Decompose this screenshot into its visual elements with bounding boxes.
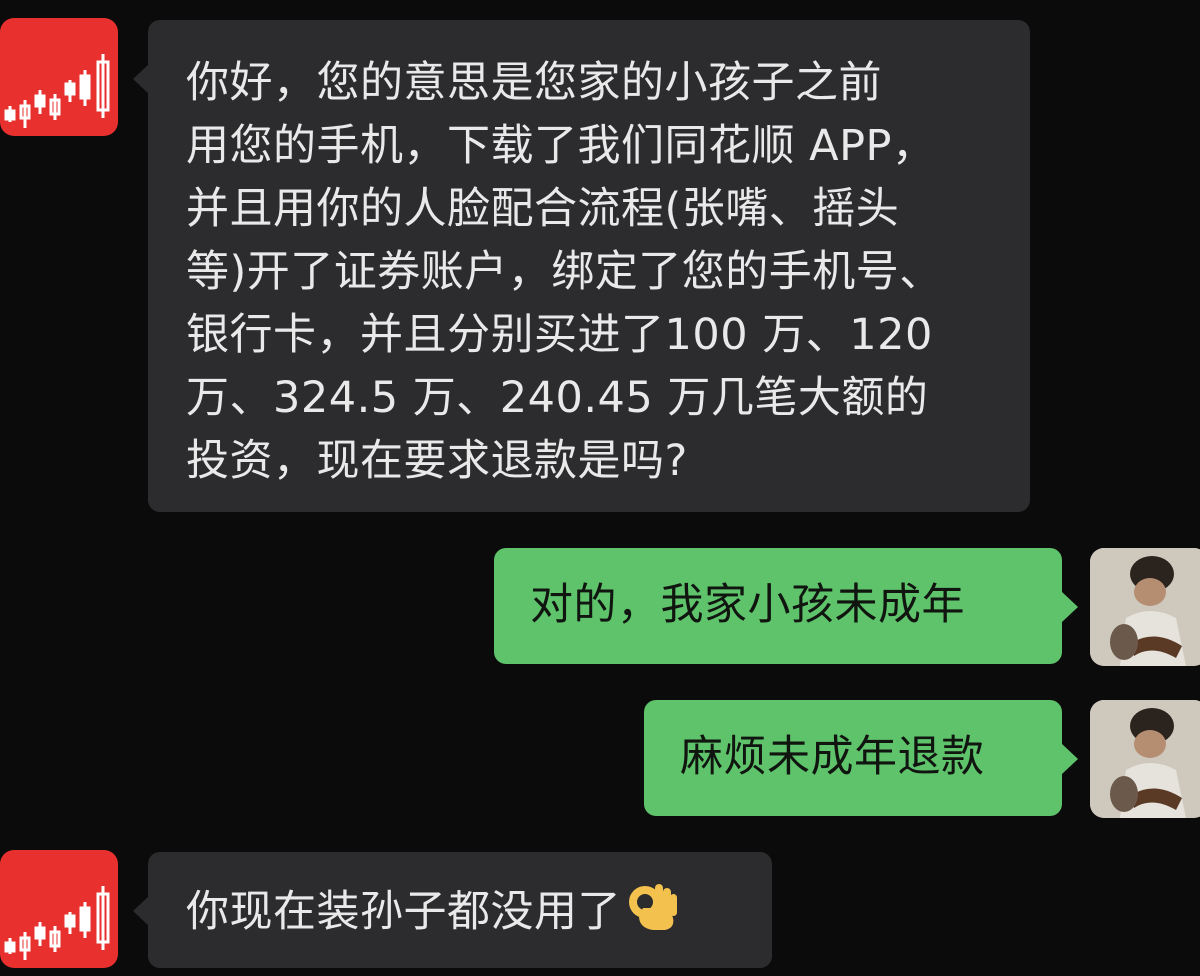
person-photo-icon: [1090, 548, 1200, 666]
candlestick-logo-icon: [4, 886, 110, 960]
candlestick-logo-icon: [4, 54, 110, 128]
message-line: 等)开了证券账户，绑定了您的手机号、: [186, 247, 943, 297]
message-line: 用您的手机，下载了我们同花顺 APP，: [186, 121, 936, 171]
chat-window: 你好，您的意思是您家的小孩子之前 用您的手机，下载了我们同花顺 APP， 并且用…: [0, 0, 1200, 976]
message-line: 投资，现在要求退款是吗?: [186, 436, 688, 486]
tonghuashun-avatar[interactable]: [0, 18, 118, 136]
message-row: 你现在装孙子都没用了: [186, 878, 772, 952]
bubble-tail: [133, 896, 149, 926]
person-photo-icon: [1090, 700, 1200, 818]
bubble-tail: [1062, 744, 1078, 774]
message-line: 银行卡，并且分别买进了100 万、120: [186, 310, 933, 360]
message-line: 并且用你的人脸配合流程(张嘴、摇头: [186, 184, 900, 234]
message-line: 万、324.5 万、240.45 万几笔大额的: [186, 373, 929, 423]
incoming-message-bubble[interactable]: 你现在装孙子都没用了: [148, 852, 772, 968]
user-avatar[interactable]: [1090, 548, 1200, 666]
message-text: 麻烦未成年退款: [680, 732, 985, 782]
message-line: 你好，您的意思是您家的小孩子之前: [186, 58, 882, 108]
message-text: 对的，我家小孩未成年: [530, 580, 965, 630]
incoming-message-bubble[interactable]: 你好，您的意思是您家的小孩子之前 用您的手机，下载了我们同花顺 APP， 并且用…: [148, 20, 1030, 512]
user-avatar[interactable]: [1090, 700, 1200, 818]
bubble-tail: [133, 64, 149, 94]
ok-hand-icon: [625, 878, 681, 952]
outgoing-message-bubble[interactable]: 麻烦未成年退款: [644, 700, 1062, 816]
message-text: 你现在装孙子都没用了: [186, 887, 621, 937]
tonghuashun-avatar[interactable]: [0, 850, 118, 968]
outgoing-message-bubble[interactable]: 对的，我家小孩未成年: [494, 548, 1062, 664]
bubble-tail: [1062, 592, 1078, 622]
